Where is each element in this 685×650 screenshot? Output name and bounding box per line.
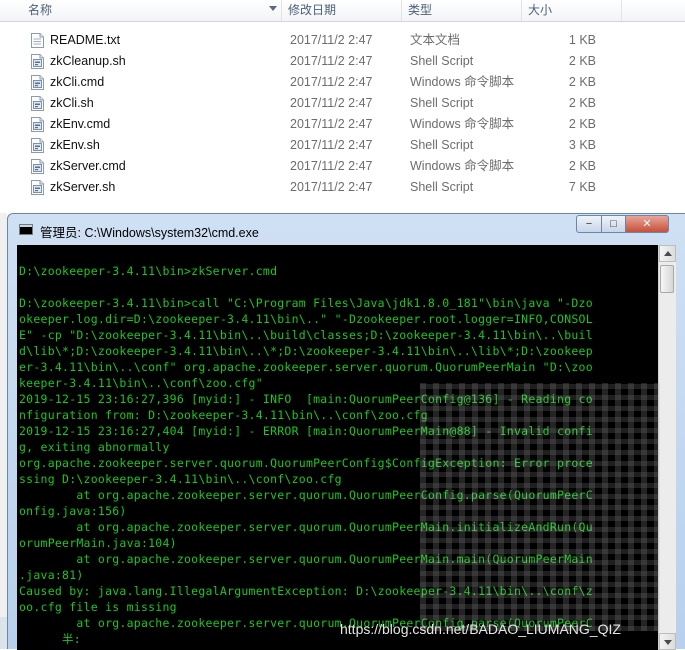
- desktop-edge: [0, 213, 7, 649]
- file-name: zkEnv.cmd: [50, 117, 111, 131]
- console-app-icon[interactable]: [19, 224, 33, 235]
- file-type: Shell Script: [410, 180, 474, 194]
- sort-arrow-icon[interactable]: [269, 6, 277, 11]
- column-type-label: 类型: [408, 3, 433, 17]
- file-row[interactable]: zkServer.cmd 2017/11/2 2:47 Windows 命令脚本 2 …: [0, 156, 620, 177]
- window-title: 管理员: C:\Windows\system32\cmd.exe: [40, 226, 259, 240]
- file-size: 2 KB: [568, 159, 596, 173]
- qr-code-overlay: [420, 383, 660, 631]
- console-line: d\lib\*;D:\zookeeper-3.4.11\bin\..\*;D:\…: [19, 344, 593, 358]
- column-date-label: 修改日期: [288, 3, 337, 17]
- script-file-icon: [31, 180, 44, 195]
- cmd-file-icon: [31, 159, 44, 174]
- file-size: 1 KB: [568, 33, 596, 47]
- file-type: Windows 命令脚本: [410, 159, 515, 173]
- script-file-icon: [31, 138, 44, 153]
- file-name: README.txt: [50, 33, 121, 47]
- column-header-bar: 名称 修改日期 类型 大小: [0, 0, 685, 22]
- file-modified-date: 2017/11/2 2:47: [290, 75, 373, 89]
- file-modified-date: 2017/11/2 2:47: [290, 96, 373, 110]
- file-row[interactable]: zkCli.sh 2017/11/2 2:47 Shell Script 2 KB: [0, 93, 620, 114]
- file-modified-date: 2017/11/2 2:47: [290, 54, 373, 68]
- column-header-type[interactable]: 类型: [402, 0, 522, 21]
- maximize-button[interactable]: □: [601, 215, 626, 233]
- file-type: Windows 命令脚本: [410, 75, 515, 89]
- watermark-text: https://blog.csdn.net/BADAO_LIUMANG_QIZ: [340, 621, 621, 637]
- file-type: Windows 命令脚本: [410, 117, 515, 131]
- console-line: er-3.4.11\bin\..\conf" org.apache.zookee…: [19, 360, 593, 374]
- file-size: 3 KB: [568, 138, 596, 152]
- file-size: 2 KB: [568, 117, 596, 131]
- file-name: zkServer.cmd: [50, 159, 126, 173]
- file-row[interactable]: zkEnv.cmd 2017/11/2 2:47 Windows 命令脚本 2 KB: [0, 114, 620, 135]
- file-explorer-list: 名称 修改日期 类型 大小 README.txt 2017/11/2 2:47 文本…: [0, 0, 685, 215]
- file-modified-date: 2017/11/2 2:47: [290, 159, 373, 173]
- file-size: 7 KB: [568, 180, 596, 194]
- script-file-icon: [31, 54, 44, 69]
- file-modified-date: 2017/11/2 2:47: [290, 33, 373, 47]
- cmd-file-icon: [31, 75, 44, 90]
- scroll-up-arrow-icon[interactable]: [659, 245, 676, 262]
- file-row[interactable]: zkCleanup.sh 2017/11/2 2:47 Shell Script 2 …: [0, 51, 620, 72]
- file-size: 2 KB: [568, 54, 596, 68]
- console-line: E" -cp "D:\zookeeper-3.4.11\bin\..\build…: [19, 328, 593, 342]
- file-modified-date: 2017/11/2 2:47: [290, 180, 373, 194]
- text-file-icon: [31, 33, 44, 48]
- file-row[interactable]: README.txt 2017/11/2 2:47 文本文档 1 KB: [0, 30, 620, 51]
- file-name: zkEnv.sh: [50, 138, 100, 152]
- file-modified-date: 2017/11/2 2:47: [290, 138, 373, 152]
- file-type: Shell Script: [410, 96, 474, 110]
- column-size-label: 大小: [528, 3, 553, 17]
- column-name-label: 名称: [28, 3, 53, 17]
- file-row[interactable]: zkCli.cmd 2017/11/2 2:47 Windows 命令脚本 2 KB: [0, 72, 620, 93]
- file-size: 2 KB: [568, 96, 596, 110]
- minimize-button[interactable]: −: [576, 215, 602, 233]
- file-modified-date: 2017/11/2 2:47: [290, 117, 373, 131]
- cmd-file-icon: [31, 117, 44, 132]
- column-header-name[interactable]: 名称: [22, 0, 282, 21]
- column-header-size[interactable]: 大小: [522, 0, 622, 21]
- file-size: 2 KB: [568, 75, 596, 89]
- console-line: D:\zookeeper-3.4.11\bin>call "C:\Program…: [19, 296, 593, 310]
- file-row[interactable]: zkEnv.sh 2017/11/2 2:47 Shell Script 3 KB: [0, 135, 620, 156]
- file-type: Shell Script: [410, 54, 474, 68]
- edge-strip: [0, 617, 7, 649]
- file-name: zkCli.cmd: [50, 75, 105, 89]
- column-header-date[interactable]: 修改日期: [282, 0, 402, 21]
- vertical-scrollbar[interactable]: [658, 245, 676, 650]
- cmd-titlebar[interactable]: 管理员: C:\Windows\system32\cmd.exe − □ ✕: [8, 214, 685, 244]
- console-line: D:\zookeeper-3.4.11\bin>zkServer.cmd: [19, 264, 278, 278]
- scroll-thumb[interactable]: [660, 265, 674, 293]
- close-button[interactable]: ✕: [625, 215, 669, 233]
- file-name: zkCli.sh: [50, 96, 94, 110]
- script-file-icon: [31, 96, 44, 111]
- file-row[interactable]: zkServer.sh 2017/11/2 2:47 Shell Script 7 K…: [0, 177, 620, 198]
- file-type: Shell Script: [410, 138, 474, 152]
- scroll-down-arrow-icon[interactable]: [659, 633, 676, 650]
- file-name: zkCleanup.sh: [50, 54, 126, 68]
- file-type: 文本文档: [410, 33, 461, 47]
- console-line: okeeper.log.dir=D:\zookeeper-3.4.11\bin\…: [19, 312, 593, 326]
- file-name: zkServer.sh: [50, 180, 116, 194]
